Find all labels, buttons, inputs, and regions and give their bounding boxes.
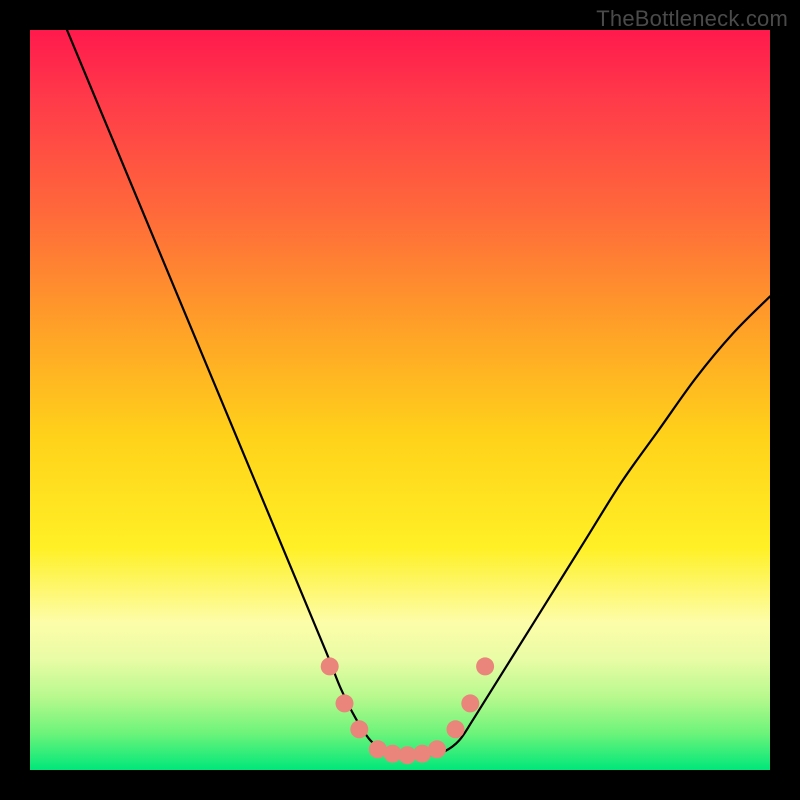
marker-dot [428,740,446,758]
marker-dot [321,657,339,675]
watermark-text: TheBottleneck.com [596,6,788,32]
marker-dot [350,720,368,738]
marker-dot [476,657,494,675]
marker-dot [447,720,465,738]
marker-dot [336,694,354,712]
marker-dot [461,694,479,712]
chart-frame: TheBottleneck.com [0,0,800,800]
plot-area [30,30,770,770]
curve-svg [30,30,770,770]
bottleneck-curve [67,30,770,755]
bottom-markers [321,657,494,764]
